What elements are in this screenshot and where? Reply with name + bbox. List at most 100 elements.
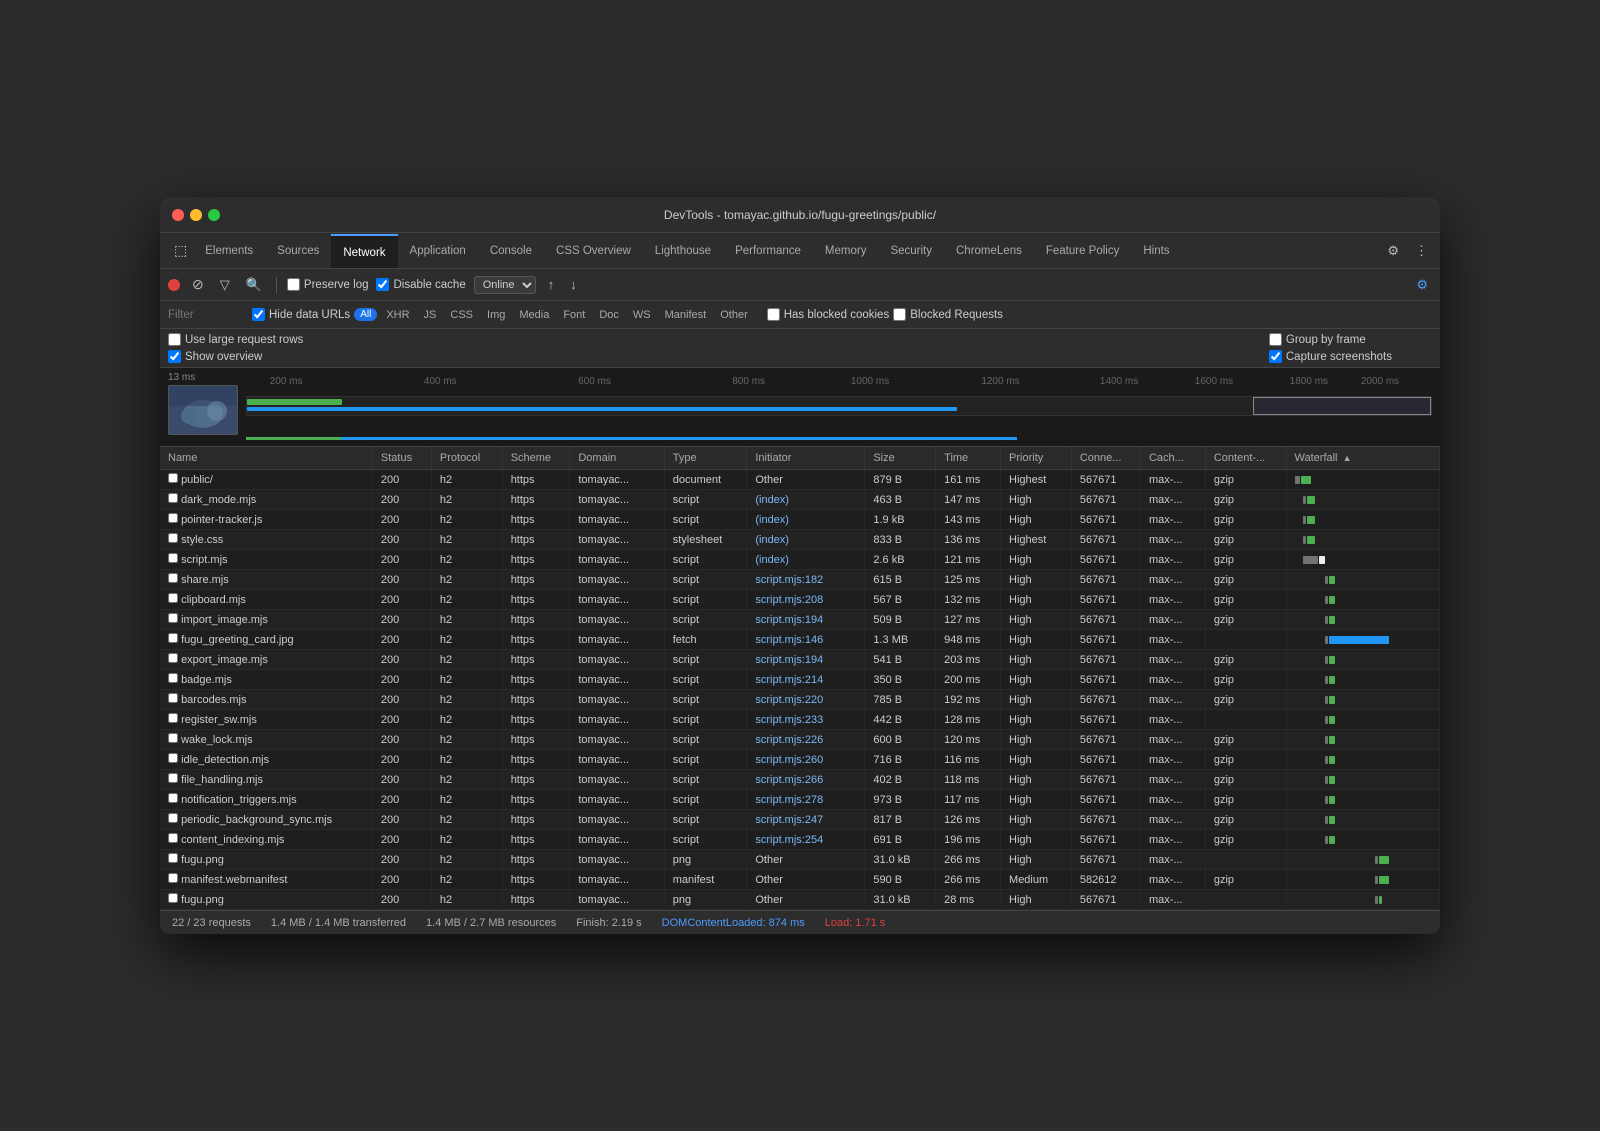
row-select-checkbox[interactable]	[168, 753, 178, 763]
row-select-checkbox[interactable]	[168, 553, 178, 563]
viewport-selector[interactable]	[1253, 397, 1431, 415]
table-row[interactable]: notification_triggers.mjs 200 h2 https t…	[160, 790, 1440, 810]
table-row[interactable]: content_indexing.mjs 200 h2 https tomaya…	[160, 830, 1440, 850]
table-row[interactable]: periodic_background_sync.mjs 200 h2 http…	[160, 810, 1440, 830]
table-row[interactable]: wake_lock.mjs 200 h2 https tomayac... sc…	[160, 730, 1440, 750]
tab-application[interactable]: Application	[398, 233, 478, 269]
preserve-log-checkbox[interactable]: Preserve log	[287, 278, 369, 291]
large-rows-input[interactable]	[168, 333, 181, 346]
row-select-checkbox[interactable]	[168, 853, 178, 863]
th-waterfall[interactable]: Waterfall ▲	[1286, 447, 1439, 470]
has-blocked-cookies-checkbox[interactable]: Has blocked cookies	[767, 308, 889, 321]
row-select-checkbox[interactable]	[168, 673, 178, 683]
th-type[interactable]: Type	[664, 447, 747, 470]
initiator-link[interactable]: script.mjs:247	[755, 814, 823, 826]
close-button[interactable]	[172, 209, 184, 221]
row-select-checkbox[interactable]	[168, 693, 178, 703]
table-row[interactable]: fugu_greeting_card.jpg 200 h2 https toma…	[160, 630, 1440, 650]
tab-sources[interactable]: Sources	[265, 233, 331, 269]
initiator-link[interactable]: (index)	[755, 554, 789, 566]
row-select-checkbox[interactable]	[168, 473, 178, 483]
row-select-checkbox[interactable]	[168, 593, 178, 603]
row-select-checkbox[interactable]	[168, 773, 178, 783]
th-time[interactable]: Time	[936, 447, 1001, 470]
table-row[interactable]: share.mjs 200 h2 https tomayac... script…	[160, 570, 1440, 590]
table-row[interactable]: idle_detection.mjs 200 h2 https tomayac.…	[160, 750, 1440, 770]
group-by-frame-checkbox[interactable]: Group by frame	[1269, 333, 1392, 346]
initiator-link[interactable]: script.mjs:278	[755, 794, 823, 806]
th-content[interactable]: Content-...	[1205, 447, 1286, 470]
table-row[interactable]: public/ 200 h2 https tomayac... document…	[160, 470, 1440, 490]
filter-tag-other[interactable]: Other	[715, 307, 753, 323]
show-overview-checkbox[interactable]: Show overview	[168, 350, 303, 363]
initiator-link[interactable]: (index)	[755, 494, 789, 506]
tab-elements[interactable]: Elements	[193, 233, 265, 269]
upload-icon[interactable]: ↑	[544, 275, 559, 294]
more-icon[interactable]: ⋮	[1411, 241, 1432, 261]
row-select-checkbox[interactable]	[168, 653, 178, 663]
initiator-link[interactable]: script.mjs:194	[755, 654, 823, 666]
preserve-log-input[interactable]	[287, 278, 300, 291]
filter-tag-js[interactable]: JS	[419, 307, 442, 323]
show-overview-input[interactable]	[168, 350, 181, 363]
initiator-link[interactable]: script.mjs:220	[755, 694, 823, 706]
blocked-requests-checkbox[interactable]: Blocked Requests	[893, 308, 1003, 321]
row-select-checkbox[interactable]	[168, 613, 178, 623]
row-select-checkbox[interactable]	[168, 833, 178, 843]
tab-console[interactable]: Console	[478, 233, 544, 269]
row-select-checkbox[interactable]	[168, 633, 178, 643]
throttle-dropdown[interactable]: Online	[474, 276, 536, 294]
table-row[interactable]: fugu.png 200 h2 https tomayac... png Oth…	[160, 850, 1440, 870]
search-icon[interactable]: 🔍	[242, 275, 266, 295]
th-protocol[interactable]: Protocol	[431, 447, 502, 470]
filter-input[interactable]	[168, 309, 248, 321]
tab-network[interactable]: Network	[331, 234, 397, 270]
row-select-checkbox[interactable]	[168, 893, 178, 903]
disable-cache-checkbox[interactable]: Disable cache	[376, 278, 465, 291]
th-cache[interactable]: Cach...	[1140, 447, 1205, 470]
th-name[interactable]: Name	[160, 447, 372, 470]
record-button[interactable]	[168, 279, 180, 291]
table-row[interactable]: export_image.mjs 200 h2 https tomayac...…	[160, 650, 1440, 670]
settings-icon[interactable]: ⚙	[1383, 241, 1403, 261]
filter-tag-all[interactable]: All	[354, 308, 377, 321]
tab-css-overview[interactable]: CSS Overview	[544, 233, 643, 269]
group-by-frame-input[interactable]	[1269, 333, 1282, 346]
initiator-link[interactable]: script.mjs:266	[755, 774, 823, 786]
large-rows-checkbox[interactable]: Use large request rows	[168, 333, 303, 346]
initiator-link[interactable]: script.mjs:146	[755, 634, 823, 646]
table-row[interactable]: badge.mjs 200 h2 https tomayac... script…	[160, 670, 1440, 690]
row-select-checkbox[interactable]	[168, 513, 178, 523]
row-select-checkbox[interactable]	[168, 493, 178, 503]
tab-hints[interactable]: Hints	[1131, 233, 1181, 269]
initiator-link[interactable]: script.mjs:194	[755, 614, 823, 626]
table-row[interactable]: pointer-tracker.js 200 h2 https tomayac.…	[160, 510, 1440, 530]
filter-tag-doc[interactable]: Doc	[594, 307, 624, 323]
blocked-requests-input[interactable]	[893, 308, 906, 321]
initiator-link[interactable]: script.mjs:208	[755, 594, 823, 606]
filter-tag-media[interactable]: Media	[514, 307, 554, 323]
filter-tag-ws[interactable]: WS	[628, 307, 656, 323]
table-row[interactable]: register_sw.mjs 200 h2 https tomayac... …	[160, 710, 1440, 730]
has-blocked-cookies-input[interactable]	[767, 308, 780, 321]
filter-tag-manifest[interactable]: Manifest	[660, 307, 712, 323]
disable-cache-input[interactable]	[376, 278, 389, 291]
tab-security[interactable]: Security	[878, 233, 944, 269]
download-icon[interactable]: ↓	[566, 275, 581, 294]
tab-lighthouse[interactable]: Lighthouse	[643, 233, 723, 269]
table-row[interactable]: import_image.mjs 200 h2 https tomayac...…	[160, 610, 1440, 630]
table-row[interactable]: barcodes.mjs 200 h2 https tomayac... scr…	[160, 690, 1440, 710]
tab-performance[interactable]: Performance	[723, 233, 813, 269]
filter-tag-img[interactable]: Img	[482, 307, 510, 323]
row-select-checkbox[interactable]	[168, 533, 178, 543]
minimize-button[interactable]	[190, 209, 202, 221]
initiator-link[interactable]: script.mjs:260	[755, 754, 823, 766]
th-initiator[interactable]: Initiator	[747, 447, 865, 470]
network-table-container[interactable]: Name Status Protocol Scheme Domain Type …	[160, 447, 1440, 910]
tab-chromelens[interactable]: ChromeLens	[944, 233, 1034, 269]
capture-screenshots-checkbox[interactable]: Capture screenshots	[1269, 350, 1392, 363]
row-select-checkbox[interactable]	[168, 713, 178, 723]
table-row[interactable]: clipboard.mjs 200 h2 https tomayac... sc…	[160, 590, 1440, 610]
table-row[interactable]: style.css 200 h2 https tomayac... styles…	[160, 530, 1440, 550]
row-select-checkbox[interactable]	[168, 793, 178, 803]
